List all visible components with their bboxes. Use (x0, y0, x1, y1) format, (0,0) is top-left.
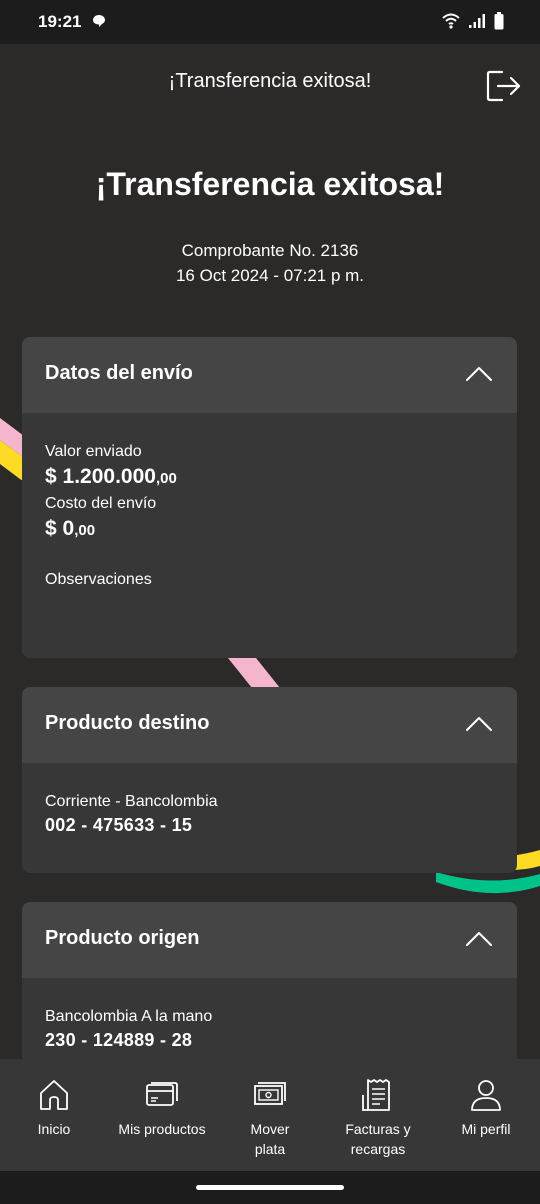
destination-account-type: Corriente - Bancolombia (45, 793, 218, 810)
shipping-details-card: Datos del envío Valor enviado $ 1.200.00… (22, 337, 517, 658)
cash-icon (254, 1082, 286, 1105)
nav-bills[interactable]: Facturas y recargas (324, 1059, 432, 1171)
chevron-up-icon[interactable] (465, 365, 493, 383)
shipping-cost-label: Costo del envío (45, 495, 157, 512)
receipt-icon (362, 1079, 390, 1111)
nav-profile[interactable]: Mi perfil (432, 1059, 540, 1171)
sent-value: $ 1.200.000,00 (45, 465, 177, 488)
shipping-cost: $ 0,00 (45, 517, 96, 540)
chevron-up-icon[interactable] (465, 930, 493, 948)
voucher-number: Comprobante No. 2136 (181, 241, 359, 260)
home-gesture-bar[interactable] (196, 1185, 344, 1190)
decorative-ribbon-middle (228, 658, 280, 688)
voucher-datetime: 16 Oct 2024 - 07:21 p m. (175, 266, 365, 285)
origin-account-type: Bancolombia A la mano (45, 1008, 213, 1025)
gesture-area (0, 1171, 540, 1204)
card-title: Datos del envío (45, 362, 193, 384)
status-time: 19:21 (38, 12, 82, 31)
cards-icon (146, 1082, 178, 1106)
header-title: ¡Transferencia exitosa! (168, 70, 372, 92)
nav-label: Mover plata (250, 1121, 290, 1157)
voucher-info: Comprobante No. 2136 16 Oct 2024 - 07:21… (0, 238, 540, 288)
app-header: ¡Transferencia exitosa! (0, 44, 540, 120)
wifi-icon (442, 13, 460, 29)
page-title: ¡Transferencia exitosa! (95, 166, 445, 202)
nav-label: Facturas y recargas (345, 1121, 411, 1157)
nav-my-products[interactable]: Mis productos (108, 1059, 216, 1171)
home-icon (40, 1080, 68, 1110)
observations-label: Observaciones (45, 571, 152, 588)
sent-value-label: Valor enviado (45, 443, 142, 460)
status-bar: 19:21 (0, 0, 540, 44)
origin-account-number: 230 - 124889 - 28 (45, 1030, 193, 1050)
origin-product-header[interactable]: Producto origen (22, 902, 517, 978)
nav-label: Mis productos (118, 1121, 206, 1137)
status-icons (442, 12, 504, 30)
destination-product-card: Producto destino Corriente - Bancolombia… (22, 687, 517, 873)
nav-move-money[interactable]: Mover plata (216, 1059, 324, 1171)
origin-product-card: Producto origen Bancolombia A la mano 23… (22, 902, 517, 1082)
chat-bubble-icon (93, 15, 105, 27)
battery-icon (494, 12, 504, 30)
destination-product-header[interactable]: Producto destino (22, 687, 517, 763)
card-title: Producto destino (45, 712, 210, 734)
shipping-details-header[interactable]: Datos del envío (22, 337, 517, 413)
nav-label: Inicio (37, 1121, 71, 1137)
destination-account-number: 002 - 475633 - 15 (45, 815, 193, 835)
nav-label: Mi perfil (461, 1121, 511, 1137)
logout-icon[interactable] (484, 66, 524, 106)
signal-icon (469, 14, 485, 28)
user-icon (471, 1080, 501, 1111)
chevron-up-icon[interactable] (465, 715, 493, 733)
bottom-navigation: Inicio Mis productos Mover plata Facturas… (0, 1059, 540, 1171)
nav-home[interactable]: Inicio (0, 1059, 108, 1171)
card-title: Producto origen (45, 927, 200, 949)
